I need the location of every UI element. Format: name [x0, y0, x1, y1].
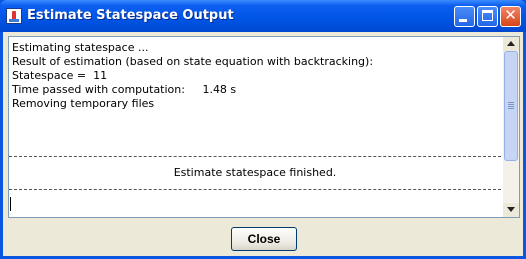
output-line: Time passed with computation: 1.48 s	[12, 83, 237, 96]
grip-line	[508, 106, 514, 107]
scroll-down-button[interactable]	[503, 203, 519, 217]
close-window-button[interactable]: ✕	[500, 6, 521, 27]
dialog-window: Estimate Statespace Output ✕ Estimating …	[0, 0, 526, 259]
grip-line	[508, 102, 514, 103]
status-message: Estimate statespace finished.	[173, 166, 337, 179]
minimize-button[interactable]	[454, 6, 475, 27]
grip-line	[508, 104, 514, 105]
output-content: Estimating statespace ... Result of esti…	[9, 37, 503, 217]
java-app-icon	[6, 8, 22, 24]
close-button[interactable]: Close	[231, 227, 297, 251]
separator-top	[9, 156, 501, 157]
output-line: Statespace = 11	[12, 69, 108, 82]
text-caret	[10, 197, 11, 211]
window-title: Estimate Statespace Output	[27, 8, 234, 23]
output-textarea[interactable]: Estimating statespace ... Result of esti…	[8, 36, 520, 218]
maximize-icon	[482, 10, 493, 21]
scroll-thumb[interactable]	[504, 51, 518, 161]
maximize-button[interactable]	[477, 6, 498, 27]
output-line: Estimating statespace ...	[12, 41, 149, 54]
separator-bottom	[9, 189, 501, 190]
dialog-body: Estimating statespace ... Result of esti…	[3, 32, 523, 256]
grip-line	[508, 108, 514, 109]
arrow-up-icon	[507, 41, 515, 46]
close-icon: ✕	[504, 6, 517, 24]
minimize-icon	[459, 19, 467, 22]
output-line: Result of estimation (based on state equ…	[12, 55, 374, 68]
title-bar[interactable]: Estimate Statespace Output ✕	[0, 0, 526, 32]
scroll-up-button[interactable]	[503, 37, 519, 51]
arrow-down-icon	[507, 207, 515, 212]
vertical-scrollbar[interactable]	[503, 37, 519, 217]
output-line: Removing temporary files	[12, 97, 155, 110]
